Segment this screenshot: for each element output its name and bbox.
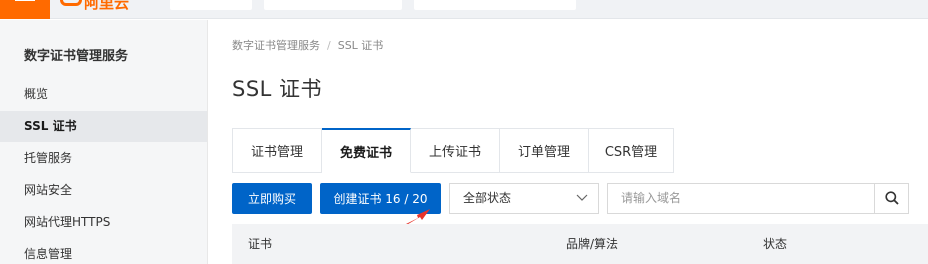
- sidebar-item-website-proxy-https[interactable]: 网站代理HTTPS: [0, 207, 207, 238]
- top-navigation-bar: 阿里云: [0, 0, 928, 19]
- sidebar-item-info-management[interactable]: 信息管理: [0, 239, 207, 264]
- breadcrumb-item-current: SSL 证书: [337, 39, 384, 52]
- tab-upload-certificate[interactable]: 上传证书: [411, 128, 500, 173]
- sidebar-item-overview[interactable]: 概览: [0, 79, 207, 110]
- chevron-down-icon: [576, 194, 588, 201]
- status-select-value: 全部状态: [463, 191, 512, 205]
- sidebar-title: 数字证书管理服务: [24, 49, 129, 64]
- tab-order-management[interactable]: 订单管理: [500, 128, 589, 173]
- tab-csr-management[interactable]: CSR管理: [589, 128, 674, 173]
- sidebar-item-ssl-certificate[interactable]: SSL 证书: [0, 111, 207, 142]
- sidebar-item-website-security[interactable]: 网站安全: [0, 175, 207, 206]
- column-header-status[interactable]: 状态: [763, 224, 787, 264]
- search-button[interactable]: [874, 184, 908, 213]
- column-header-certificate[interactable]: 证书: [248, 224, 272, 264]
- page-title: SSL 证书: [232, 77, 323, 101]
- buy-now-button[interactable]: 立即购买: [232, 183, 312, 214]
- sidebar-item-managed-service[interactable]: 托管服务: [0, 143, 207, 174]
- status-select[interactable]: 全部状态: [449, 183, 599, 214]
- tab-free-certificate[interactable]: 免费证书: [322, 128, 411, 173]
- breadcrumb-item-service[interactable]: 数字证书管理服务: [232, 39, 320, 52]
- table-header: 证书 品牌/算法 状态: [232, 224, 928, 264]
- top-search-pill[interactable]: [414, 0, 576, 10]
- breadcrumb-separator: /: [327, 39, 331, 52]
- search-placeholder: 请输入域名: [621, 191, 682, 205]
- tab-bar: 证书管理 免费证书 上传证书 订单管理 CSR管理: [232, 128, 674, 173]
- top-nav-pill-1[interactable]: [170, 0, 252, 10]
- sidebar: 数字证书管理服务 概览 SSL 证书 托管服务 网站安全 网站代理HTTPS 信…: [0, 20, 208, 264]
- search-icon: [885, 191, 899, 205]
- domain-search-input[interactable]: 请输入域名: [607, 183, 909, 214]
- tab-certificate-management[interactable]: 证书管理: [232, 128, 322, 173]
- column-header-brand-algorithm[interactable]: 品牌/算法: [566, 224, 618, 264]
- top-nav-pill-2[interactable]: [264, 0, 402, 10]
- breadcrumb: 数字证书管理服务 / SSL 证书: [232, 37, 383, 53]
- menu-button[interactable]: [0, 0, 50, 19]
- logo-mark-icon: [60, 0, 82, 6]
- aliyun-logo[interactable]: 阿里云: [60, 0, 129, 12]
- hamburger-icon: [15, 0, 35, 1]
